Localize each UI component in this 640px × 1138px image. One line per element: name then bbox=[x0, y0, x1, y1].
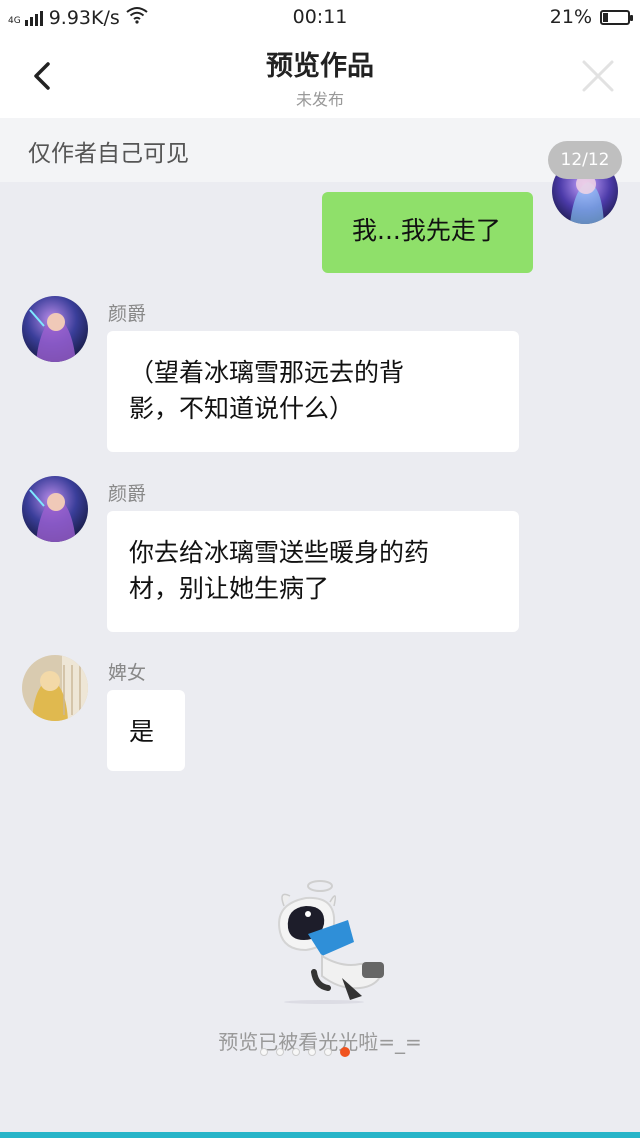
avatar-yanjue[interactable] bbox=[22, 476, 88, 542]
battery-percent: 21% bbox=[549, 6, 592, 28]
battery-icon bbox=[600, 9, 633, 25]
sender-name: 颜爵 bbox=[108, 483, 147, 505]
visibility-notice: 仅作者自己可见 bbox=[0, 118, 640, 182]
message-text: 你去给冰璃雪送些暖身的药 bbox=[129, 538, 430, 567]
sender-name: 婢女 bbox=[108, 662, 147, 684]
message-bubble: （望着冰璃雪那远去的背 影，不知道说什么） bbox=[107, 331, 519, 452]
message-bubble: 你去给冰璃雪送些暖身的药 材，别让她生病了 bbox=[107, 511, 519, 632]
mascot-illustration bbox=[250, 876, 390, 1004]
message-text: 影，不知道说什么） bbox=[129, 394, 355, 423]
page-dot bbox=[324, 1048, 332, 1056]
page-title: 预览作品 bbox=[266, 51, 374, 82]
message-text: （望着冰璃雪那远去的背 bbox=[129, 358, 405, 387]
message-text: 我...我先走了 bbox=[352, 216, 501, 245]
avatar-yanjue[interactable] bbox=[22, 296, 88, 362]
message-bubble: 是 bbox=[107, 690, 185, 771]
status-bar: 4G 9.93K/s 00:11 21% bbox=[0, 0, 640, 34]
page-indicator bbox=[260, 1045, 380, 1059]
page-dot bbox=[260, 1048, 268, 1056]
page-dot bbox=[340, 1047, 350, 1057]
page-dot bbox=[276, 1048, 284, 1056]
message-text: 是 bbox=[129, 717, 155, 746]
progress-counter: 12/12 bbox=[548, 141, 622, 179]
page-dot bbox=[308, 1048, 316, 1056]
clock: 00:11 bbox=[292, 6, 348, 28]
avatar-maid[interactable] bbox=[22, 655, 88, 721]
page-subtitle: 未发布 bbox=[295, 90, 344, 109]
bottom-accent-bar bbox=[0, 1132, 640, 1138]
header: 预览作品 未发布 bbox=[0, 34, 640, 118]
page-dot bbox=[292, 1048, 300, 1056]
visibility-notice-text: 仅作者自己可见 bbox=[28, 141, 189, 167]
message-bubble-self: 我...我先走了 bbox=[322, 192, 533, 273]
message-text: 材，别让她生病了 bbox=[129, 574, 330, 603]
close-icon bbox=[582, 60, 614, 92]
sender-name: 颜爵 bbox=[108, 303, 147, 325]
close-button[interactable] bbox=[578, 56, 618, 96]
